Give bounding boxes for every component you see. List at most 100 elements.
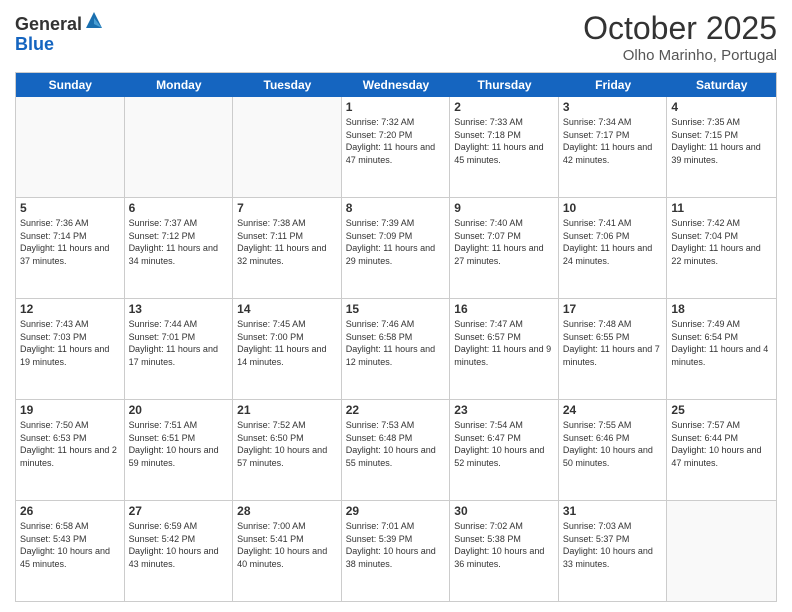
day-cell-6: 6 Sunrise: 7:37 AM Sunset: 7:12 PM Daylig… bbox=[125, 198, 234, 298]
day-number: 1 bbox=[346, 100, 446, 114]
cell-detail: Sunrise: 7:50 AM Sunset: 6:53 PM Dayligh… bbox=[20, 419, 120, 469]
day-cell-24: 24 Sunrise: 7:55 AM Sunset: 6:46 PM Dayli… bbox=[559, 400, 668, 500]
day-cell-1: 1 Sunrise: 7:32 AM Sunset: 7:20 PM Daylig… bbox=[342, 97, 451, 197]
cell-detail: Sunrise: 7:49 AM Sunset: 6:54 PM Dayligh… bbox=[671, 318, 772, 368]
day-cell-9: 9 Sunrise: 7:40 AM Sunset: 7:07 PM Daylig… bbox=[450, 198, 559, 298]
day-cell-11: 11 Sunrise: 7:42 AM Sunset: 7:04 PM Dayli… bbox=[667, 198, 776, 298]
cell-detail: Sunrise: 7:38 AM Sunset: 7:11 PM Dayligh… bbox=[237, 217, 337, 267]
cell-detail: Sunrise: 7:02 AM Sunset: 5:38 PM Dayligh… bbox=[454, 520, 554, 570]
cell-detail: Sunrise: 7:41 AM Sunset: 7:06 PM Dayligh… bbox=[563, 217, 663, 267]
day-cell-31: 31 Sunrise: 7:03 AM Sunset: 5:37 PM Dayli… bbox=[559, 501, 668, 601]
empty-cell bbox=[125, 97, 234, 197]
day-number: 4 bbox=[671, 100, 772, 114]
title-block: October 2025 Olho Marinho, Portugal bbox=[583, 10, 777, 64]
day-number: 13 bbox=[129, 302, 229, 316]
day-number: 22 bbox=[346, 403, 446, 417]
day-cell-29: 29Sunrise: 7:01 AM Sunset: 5:39 PM Dayli… bbox=[342, 501, 451, 601]
header-day-monday: Monday bbox=[125, 73, 234, 97]
day-cell-12: 12 Sunrise: 7:43 AM Sunset: 7:03 PM Dayli… bbox=[16, 299, 125, 399]
day-number: 15 bbox=[346, 302, 446, 316]
day-number: 5 bbox=[20, 201, 120, 215]
day-cell-16: 16Sunrise: 7:47 AM Sunset: 6:57 PM Dayli… bbox=[450, 299, 559, 399]
day-number: 18 bbox=[671, 302, 772, 316]
empty-cell bbox=[233, 97, 342, 197]
cell-detail: Sunrise: 7:51 AM Sunset: 6:51 PM Dayligh… bbox=[129, 419, 229, 469]
calendar-row-2: 5 Sunrise: 7:36 AM Sunset: 7:14 PM Daylig… bbox=[16, 198, 776, 299]
day-cell-3: 3Sunrise: 7:34 AM Sunset: 7:17 PM Daylig… bbox=[559, 97, 668, 197]
cell-detail: Sunrise: 7:48 AM Sunset: 6:55 PM Dayligh… bbox=[563, 318, 663, 368]
day-cell-28: 28Sunrise: 7:00 AM Sunset: 5:41 PM Dayli… bbox=[233, 501, 342, 601]
month-title: October 2025 bbox=[583, 10, 777, 47]
cell-detail: Sunrise: 7:54 AM Sunset: 6:47 PM Dayligh… bbox=[454, 419, 554, 469]
day-cell-8: 8 Sunrise: 7:39 AM Sunset: 7:09 PM Daylig… bbox=[342, 198, 451, 298]
cell-detail: Sunrise: 7:03 AM Sunset: 5:37 PM Dayligh… bbox=[563, 520, 663, 570]
day-number: 30 bbox=[454, 504, 554, 518]
day-cell-14: 14 Sunrise: 7:45 AM Sunset: 7:00 PM Dayli… bbox=[233, 299, 342, 399]
calendar-row-3: 12 Sunrise: 7:43 AM Sunset: 7:03 PM Dayli… bbox=[16, 299, 776, 400]
day-cell-26: 26 Sunrise: 6:58 AM Sunset: 5:43 PM Dayli… bbox=[16, 501, 125, 601]
day-cell-15: 15 Sunrise: 7:46 AM Sunset: 6:58 PM Dayli… bbox=[342, 299, 451, 399]
cell-detail: Sunrise: 7:42 AM Sunset: 7:04 PM Dayligh… bbox=[671, 217, 772, 267]
cell-detail: Sunrise: 7:01 AM Sunset: 5:39 PM Dayligh… bbox=[346, 520, 446, 570]
day-cell-22: 22Sunrise: 7:53 AM Sunset: 6:48 PM Dayli… bbox=[342, 400, 451, 500]
calendar-row-5: 26 Sunrise: 6:58 AM Sunset: 5:43 PM Dayli… bbox=[16, 501, 776, 601]
cell-detail: Sunrise: 6:59 AM Sunset: 5:42 PM Dayligh… bbox=[129, 520, 229, 570]
day-cell-18: 18 Sunrise: 7:49 AM Sunset: 6:54 PM Dayli… bbox=[667, 299, 776, 399]
day-cell-27: 27 Sunrise: 6:59 AM Sunset: 5:42 PM Dayli… bbox=[125, 501, 234, 601]
day-number: 9 bbox=[454, 201, 554, 215]
day-number: 6 bbox=[129, 201, 229, 215]
day-number: 20 bbox=[129, 403, 229, 417]
cell-detail: Sunrise: 7:55 AM Sunset: 6:46 PM Dayligh… bbox=[563, 419, 663, 469]
day-number: 16 bbox=[454, 302, 554, 316]
calendar: SundayMondayTuesdayWednesdayThursdayFrid… bbox=[15, 72, 777, 602]
cell-detail: Sunrise: 7:37 AM Sunset: 7:12 PM Dayligh… bbox=[129, 217, 229, 267]
day-cell-7: 7 Sunrise: 7:38 AM Sunset: 7:11 PM Daylig… bbox=[233, 198, 342, 298]
day-number: 31 bbox=[563, 504, 663, 518]
day-number: 7 bbox=[237, 201, 337, 215]
logo: General Blue bbox=[15, 10, 104, 55]
calendar-row-4: 19Sunrise: 7:50 AM Sunset: 6:53 PM Dayli… bbox=[16, 400, 776, 501]
logo-blue: Blue bbox=[15, 34, 54, 54]
logo-text: General bbox=[15, 10, 104, 35]
day-cell-19: 19Sunrise: 7:50 AM Sunset: 6:53 PM Dayli… bbox=[16, 400, 125, 500]
day-cell-2: 2 Sunrise: 7:33 AM Sunset: 7:18 PM Daylig… bbox=[450, 97, 559, 197]
day-number: 26 bbox=[20, 504, 120, 518]
cell-detail: Sunrise: 7:33 AM Sunset: 7:18 PM Dayligh… bbox=[454, 116, 554, 166]
header-day-friday: Friday bbox=[559, 73, 668, 97]
cell-detail: Sunrise: 7:46 AM Sunset: 6:58 PM Dayligh… bbox=[346, 318, 446, 368]
location: Olho Marinho, Portugal bbox=[583, 47, 777, 64]
header-day-wednesday: Wednesday bbox=[342, 73, 451, 97]
day-number: 21 bbox=[237, 403, 337, 417]
day-number: 12 bbox=[20, 302, 120, 316]
cell-detail: Sunrise: 7:40 AM Sunset: 7:07 PM Dayligh… bbox=[454, 217, 554, 267]
cell-detail: Sunrise: 7:32 AM Sunset: 7:20 PM Dayligh… bbox=[346, 116, 446, 166]
day-number: 24 bbox=[563, 403, 663, 417]
day-number: 2 bbox=[454, 100, 554, 114]
header-day-saturday: Saturday bbox=[667, 73, 776, 97]
logo-general: General bbox=[15, 14, 82, 34]
day-cell-5: 5 Sunrise: 7:36 AM Sunset: 7:14 PM Daylig… bbox=[16, 198, 125, 298]
calendar-page: General Blue October 2025 Olho Marinho, … bbox=[0, 0, 792, 612]
empty-cell bbox=[16, 97, 125, 197]
day-cell-4: 4 Sunrise: 7:35 AM Sunset: 7:15 PM Daylig… bbox=[667, 97, 776, 197]
day-number: 14 bbox=[237, 302, 337, 316]
day-number: 28 bbox=[237, 504, 337, 518]
cell-detail: Sunrise: 7:34 AM Sunset: 7:17 PM Dayligh… bbox=[563, 116, 663, 166]
day-number: 8 bbox=[346, 201, 446, 215]
calendar-body: 1 Sunrise: 7:32 AM Sunset: 7:20 PM Daylig… bbox=[16, 97, 776, 601]
cell-detail: Sunrise: 6:58 AM Sunset: 5:43 PM Dayligh… bbox=[20, 520, 120, 570]
cell-detail: Sunrise: 7:45 AM Sunset: 7:00 PM Dayligh… bbox=[237, 318, 337, 368]
day-number: 11 bbox=[671, 201, 772, 215]
header-day-thursday: Thursday bbox=[450, 73, 559, 97]
day-cell-17: 17Sunrise: 7:48 AM Sunset: 6:55 PM Dayli… bbox=[559, 299, 668, 399]
header-day-tuesday: Tuesday bbox=[233, 73, 342, 97]
cell-detail: Sunrise: 7:35 AM Sunset: 7:15 PM Dayligh… bbox=[671, 116, 772, 166]
cell-detail: Sunrise: 7:39 AM Sunset: 7:09 PM Dayligh… bbox=[346, 217, 446, 267]
day-cell-23: 23Sunrise: 7:54 AM Sunset: 6:47 PM Dayli… bbox=[450, 400, 559, 500]
day-cell-21: 21Sunrise: 7:52 AM Sunset: 6:50 PM Dayli… bbox=[233, 400, 342, 500]
day-number: 27 bbox=[129, 504, 229, 518]
cell-detail: Sunrise: 7:36 AM Sunset: 7:14 PM Dayligh… bbox=[20, 217, 120, 267]
calendar-row-1: 1 Sunrise: 7:32 AM Sunset: 7:20 PM Daylig… bbox=[16, 97, 776, 198]
cell-detail: Sunrise: 7:44 AM Sunset: 7:01 PM Dayligh… bbox=[129, 318, 229, 368]
cell-detail: Sunrise: 7:43 AM Sunset: 7:03 PM Dayligh… bbox=[20, 318, 120, 368]
